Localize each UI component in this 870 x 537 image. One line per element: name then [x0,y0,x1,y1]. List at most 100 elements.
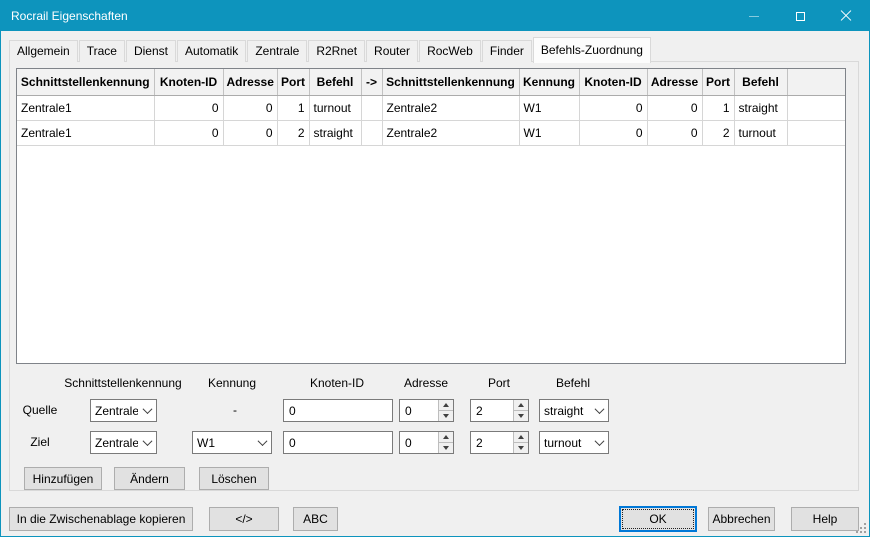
spinner-buttons [513,400,528,421]
table-row[interactable]: Zentrale1 0 0 2 straight Zentrale2 W1 0 … [17,120,845,145]
tab-automatik[interactable]: Automatik [177,40,246,62]
cell-target-command[interactable]: straight [734,95,787,120]
cell-target-node-id[interactable]: 0 [579,120,647,145]
target-kennung-value: W1 [197,436,253,450]
cell-source-command[interactable]: straight [309,120,361,145]
source-address-value: 0 [400,400,438,421]
source-command-value: straight [544,404,590,418]
cell-target-address[interactable]: 0 [647,120,702,145]
cell-target-kennung[interactable]: W1 [519,95,579,120]
mapping-table[interactable]: Schnittstellenkennung Knoten-ID Adresse … [16,68,846,364]
source-port-spinner[interactable]: 2 [470,399,529,422]
target-command-combobox[interactable]: turnout [539,431,609,454]
spin-down-icon[interactable] [439,411,453,422]
close-button[interactable] [823,1,869,31]
cell-source-node-id[interactable]: 0 [154,95,223,120]
col-header-source-node-id[interactable]: Knoten-ID [154,69,223,95]
form-label-adresse: Adresse [404,376,448,390]
spin-down-icon[interactable] [514,443,528,454]
delete-button[interactable]: Löschen [199,467,269,490]
col-header-target-port[interactable]: Port [702,69,734,95]
target-command-value: turnout [544,436,590,450]
chevron-down-icon [590,432,608,453]
spinner-buttons [438,400,453,421]
target-interface-combobox[interactable]: Zentrale [90,431,157,454]
tab-trace[interactable]: Trace [79,40,125,62]
col-header-source-address[interactable]: Adresse [223,69,277,95]
source-interface-value: Zentrale [95,404,138,418]
maximize-button[interactable] [777,1,823,31]
cell-target-port[interactable]: 1 [702,95,734,120]
target-row-label: Ziel [16,435,64,449]
cell-target-command[interactable]: turnout [734,120,787,145]
col-header-target-kennung[interactable]: Kennung [519,69,579,95]
spin-up-icon[interactable] [514,400,528,411]
col-header-target-command[interactable]: Befehl [734,69,787,95]
abc-button[interactable]: ABC [293,507,338,531]
target-port-value: 2 [471,432,513,453]
spin-up-icon[interactable] [514,432,528,443]
col-header-source-port[interactable]: Port [277,69,309,95]
cell-source-node-id[interactable]: 0 [154,120,223,145]
spin-down-icon[interactable] [514,411,528,422]
col-header-filler [787,69,845,95]
col-header-target-address[interactable]: Adresse [647,69,702,95]
cell-source-address[interactable]: 0 [223,95,277,120]
help-button[interactable]: Help [791,507,859,531]
spin-up-icon[interactable] [439,432,453,443]
tab-router[interactable]: Router [366,40,418,62]
copy-to-clipboard-button[interactable]: In die Zwischenablage kopieren [9,507,193,531]
target-node-id-input[interactable]: 0 [283,431,393,454]
col-header-target-node-id[interactable]: Knoten-ID [579,69,647,95]
col-header-source-command[interactable]: Befehl [309,69,361,95]
source-address-spinner[interactable]: 0 [399,399,454,422]
cell-filler [787,120,845,145]
spin-up-icon[interactable] [439,400,453,411]
tab-allgemein[interactable]: Allgemein [9,40,78,62]
target-interface-value: Zentrale [95,436,138,450]
target-port-spinner[interactable]: 2 [470,431,529,454]
window-controls [731,1,869,31]
cell-source-interface[interactable]: Zentrale1 [17,95,154,120]
cancel-button[interactable]: Abbrechen [708,507,775,531]
maximize-icon [796,12,805,21]
cell-source-port[interactable]: 1 [277,95,309,120]
ok-button[interactable]: OK [619,506,697,532]
cell-target-address[interactable]: 0 [647,95,702,120]
cell-target-port[interactable]: 2 [702,120,734,145]
tab-befehls-zuordnung[interactable]: Befehls-Zuordnung [533,37,651,63]
cell-source-command[interactable]: turnout [309,95,361,120]
tab-finder[interactable]: Finder [482,40,532,62]
tab-r2rnet[interactable]: R2Rnet [308,40,365,62]
cell-target-interface[interactable]: Zentrale2 [382,95,519,120]
title-bar[interactable]: Rocrail Eigenschaften [1,1,869,31]
cell-source-address[interactable]: 0 [223,120,277,145]
col-header-target-interface[interactable]: Schnittstellenkennung [382,69,519,95]
close-icon [840,10,852,22]
cell-source-port[interactable]: 2 [277,120,309,145]
tab-rocweb[interactable]: RocWeb [419,40,481,62]
tab-zentrale[interactable]: Zentrale [247,40,307,62]
add-button[interactable]: Hinzufügen [24,467,102,490]
rocrail-properties-dialog: Rocrail Eigenschaften Allgemein Trace Di… [0,0,870,537]
cell-target-interface[interactable]: Zentrale2 [382,120,519,145]
table-row[interactable]: Zentrale1 0 0 1 turnout Zentrale2 W1 0 0… [17,95,845,120]
source-interface-combobox[interactable]: Zentrale [90,399,157,422]
source-node-id-input[interactable]: 0 [283,399,393,422]
tab-strip: Allgemein Trace Dienst Automatik Zentral… [9,37,652,62]
source-command-combobox[interactable]: straight [539,399,609,422]
col-header-arrow: -> [361,69,382,95]
chevron-down-icon [138,400,156,421]
target-kennung-combobox[interactable]: W1 [192,431,272,454]
resize-grip-icon[interactable] [853,520,866,533]
minimize-button[interactable] [731,1,777,31]
cell-target-node-id[interactable]: 0 [579,95,647,120]
spin-down-icon[interactable] [439,443,453,454]
tab-dienst[interactable]: Dienst [126,40,176,62]
target-address-spinner[interactable]: 0 [399,431,454,454]
cell-target-kennung[interactable]: W1 [519,120,579,145]
col-header-source-interface[interactable]: Schnittstellenkennung [17,69,154,95]
cell-source-interface[interactable]: Zentrale1 [17,120,154,145]
modify-button[interactable]: Ändern [114,467,185,490]
xml-code-button[interactable]: </> [209,507,279,531]
